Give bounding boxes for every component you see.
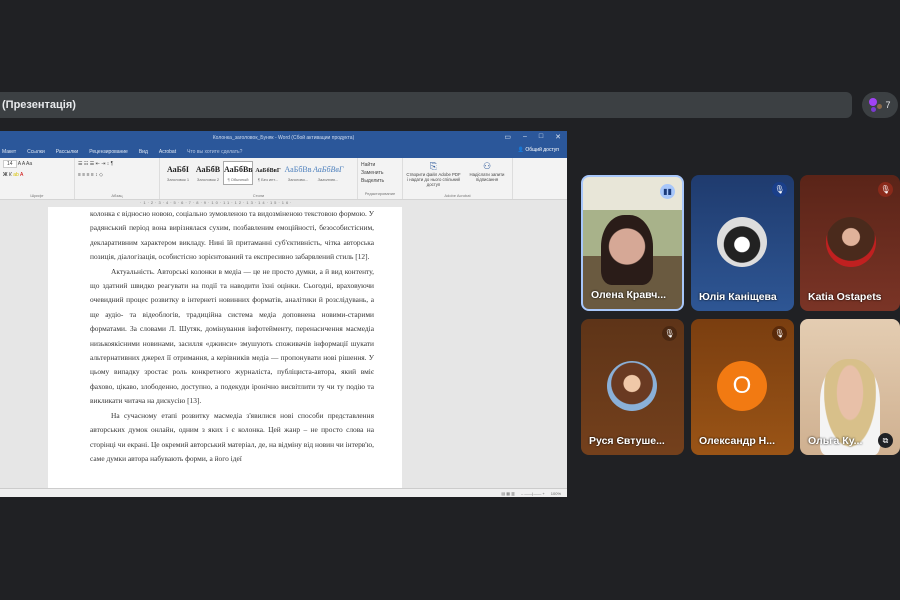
presentation-bar[interactable]: (Презентація) — [0, 92, 852, 118]
participant-tile[interactable]: O 🎙︎ Олександр Н... — [691, 319, 794, 455]
participants-button[interactable]: 7 — [862, 92, 898, 118]
shrink-font-icon[interactable]: A — [22, 161, 25, 167]
zoom-level[interactable]: 100% — [551, 491, 561, 496]
word-title-bar: Колонка_заголовок_Буняк - Word (Сбой акт… — [0, 131, 567, 145]
shared-word-window: Колонка_заголовок_Буняк - Word (Сбой акт… — [0, 131, 567, 497]
participant-avatar — [717, 217, 767, 267]
maximize-icon[interactable]: □ — [539, 133, 543, 141]
participant-avatar — [826, 217, 876, 267]
group-label: Абзац — [111, 193, 123, 198]
tab-layout[interactable]: Макет — [2, 149, 16, 155]
tab-acrobat[interactable]: Acrobat — [159, 149, 176, 155]
replace-button[interactable]: Заменить — [361, 169, 399, 177]
tab-mailings[interactable]: Рассылки — [56, 149, 78, 155]
ruler[interactable]: ·1·2·3·4·5·6·7·8·9·10·11·12·13·14·15·16· — [0, 200, 567, 207]
highlight-icon[interactable]: ab — [13, 172, 19, 178]
paragraph: колонка є відносно новою, соціально зумо… — [90, 209, 374, 262]
styles-group: АаБбІ Заголовок 1 АаБбВ Заголовок 2 АаБбВв ¶ … — [160, 158, 358, 199]
ribbon-tabs: Макет Ссылки Рассылки Рецензирование Вид… — [0, 145, 567, 158]
participant-tile[interactable]: ⧉ Ольга Ку... — [800, 319, 900, 455]
request-signatures-button[interactable]: ⚇ Надіслати запити підписання — [467, 161, 507, 196]
close-icon[interactable]: ✕ — [555, 133, 561, 141]
style-heading4[interactable]: АаБбВвГ Заголово... — [313, 162, 343, 186]
pin-icon[interactable]: ⧉ — [878, 433, 893, 448]
presentation-title: (Презентація) — [2, 99, 76, 111]
mic-off-icon: 🎙︎ — [662, 326, 677, 341]
bold-icon[interactable]: Ж — [3, 172, 8, 178]
participant-avatar: O — [717, 361, 767, 411]
mic-off-icon: 🎙︎ — [878, 182, 893, 197]
style-heading3[interactable]: АаБбВв Заголово... — [283, 162, 313, 186]
status-bar: ▤ ▦ ▥ – ——|—— + 100% — [0, 488, 567, 497]
align-icons[interactable]: ≡ ≡ ≡ ≡ ↕ ◇ — [78, 172, 156, 178]
tell-me-search[interactable]: Что вы хотите сделать? — [187, 149, 242, 155]
editing-group: Найти Заменить Выделить Редактирование — [358, 158, 403, 199]
participant-tile[interactable]: ▮▮ Олена Кравч... — [581, 175, 684, 311]
mic-off-icon: 🎙︎ — [772, 326, 787, 341]
style-normal[interactable]: АаБбВв ¶ Обычный — [223, 161, 253, 185]
grow-font-icon[interactable]: A — [18, 161, 21, 167]
minimize-icon[interactable]: – — [523, 133, 527, 141]
tab-review[interactable]: Рецензирование — [89, 149, 128, 155]
document-title: Колонка_заголовок_Буняк - Word (Сбой акт… — [212, 135, 355, 141]
group-label: Стили — [252, 193, 265, 198]
style-no-spacing[interactable]: АаБбВвГ ¶ Без инт... — [253, 165, 283, 189]
share-label: Общий доступ — [525, 147, 559, 153]
group-label: Редактирование — [364, 191, 396, 196]
paragraph: На сучасному етапі розвитку масмедіа з'я… — [90, 410, 374, 463]
group-label: Шрифт — [30, 193, 44, 198]
participant-name: Олександр Н... — [699, 435, 775, 447]
ribbon-options-icon[interactable]: ▭ — [504, 133, 511, 141]
paragraph: Актуальність. Авторські колонки в медіа … — [90, 266, 374, 406]
mic-off-icon: 🎙︎ — [772, 182, 787, 197]
ribbon: 14 A A Aa Ж К ab A Шрифт ☰ ☷ ☰ ⇤ ⇥ ↕ ¶ ≡… — [0, 158, 567, 200]
share-button[interactable]: 👤 Общий доступ — [518, 147, 559, 153]
style-heading2[interactable]: АаБбВ Заголовок 2 — [193, 162, 223, 186]
font-size-select[interactable]: 14 — [3, 160, 17, 168]
paragraph-group: ☰ ☷ ☰ ⇤ ⇥ ↕ ¶ ≡ ≡ ≡ ≡ ↕ ◇ Абзац — [75, 158, 160, 199]
font-color-icon[interactable]: A — [20, 172, 23, 178]
tab-references[interactable]: Ссылки — [27, 149, 45, 155]
participant-tile[interactable]: 🎙︎ Юлія Каніщева — [691, 175, 794, 311]
group-label: Adobe Acrobat — [444, 193, 471, 198]
participant-name: Юлія Каніщева — [699, 291, 777, 303]
style-heading1[interactable]: АаБбІ Заголовок 1 — [163, 162, 193, 186]
participant-name: Ольга Ку... — [808, 435, 863, 447]
participant-avatars-icon — [869, 98, 883, 112]
zoom-slider[interactable]: – ——|—— + — [521, 491, 545, 496]
participant-count: 7 — [885, 100, 891, 110]
tab-view[interactable]: Вид — [139, 149, 148, 155]
participant-tile[interactable]: 🎙︎ Katia Ostapets — [800, 175, 900, 311]
speaking-indicator-icon: ▮▮ — [660, 184, 675, 199]
view-icons[interactable]: ▤ ▦ ▥ — [501, 491, 515, 496]
participant-name: Katia Ostapets — [808, 291, 882, 303]
create-pdf-button[interactable]: ⎘ Створити файл Adobe PDF і надати до ньо… — [406, 161, 461, 196]
participant-video — [601, 215, 653, 285]
select-button[interactable]: Выделить — [361, 177, 399, 185]
document-page[interactable]: колонка є відносно новою, соціально зумо… — [48, 207, 402, 489]
font-group: 14 A A Aa Ж К ab A Шрифт — [0, 158, 75, 199]
participant-avatar — [607, 361, 657, 411]
participant-name: Руся Євтуше... — [589, 435, 665, 447]
participant-tile[interactable]: 🎙︎ Руся Євтуше... — [581, 319, 684, 455]
acrobat-group: ⎘ Створити файл Adobe PDF і надати до ньо… — [403, 158, 513, 199]
participant-name: Олена Кравч... — [591, 289, 667, 301]
find-button[interactable]: Найти — [361, 161, 399, 169]
list-icons[interactable]: ☰ ☷ ☰ ⇤ ⇥ ↕ ¶ — [78, 161, 156, 167]
